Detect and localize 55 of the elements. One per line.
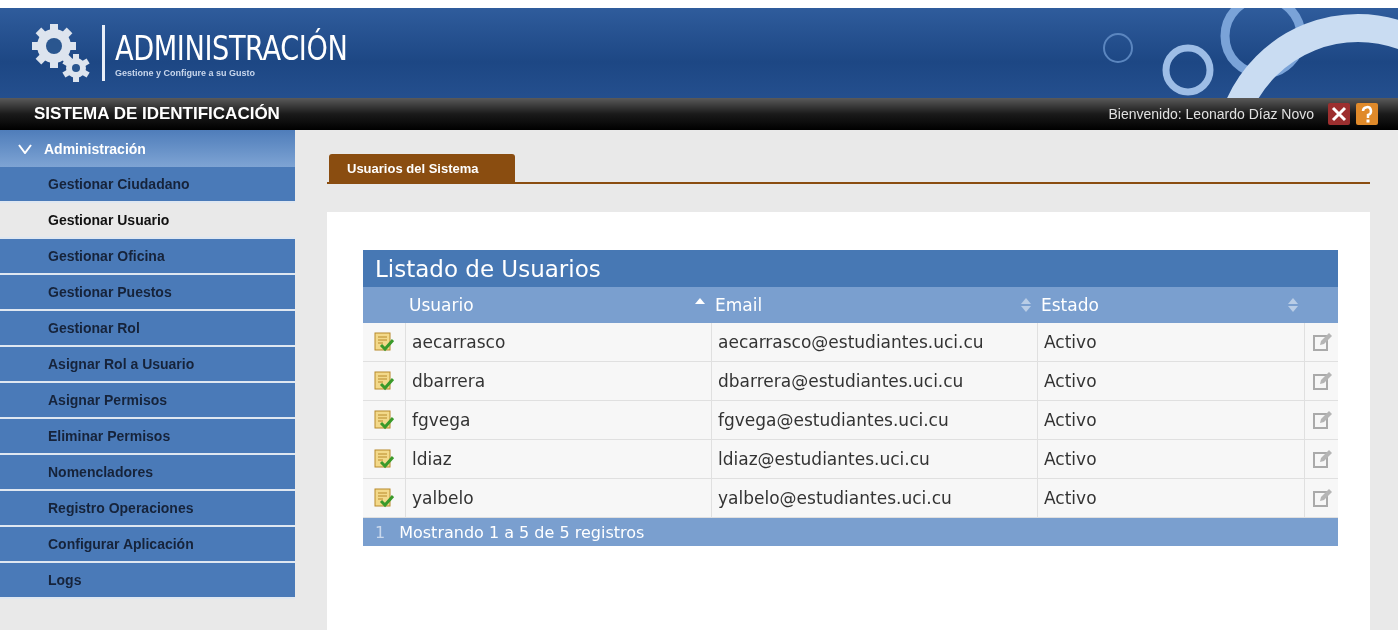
table-cell: fgvega@estudiantes.uci.cu — [718, 410, 949, 430]
column-header[interactable]: Estado — [1041, 295, 1099, 315]
column-header[interactable]: Usuario — [409, 295, 474, 315]
edit-icon[interactable] — [1311, 410, 1332, 430]
sidebar-item[interactable]: Asignar Permisos — [0, 383, 295, 419]
edit-icon[interactable] — [1311, 332, 1332, 352]
help-icon[interactable] — [1356, 103, 1378, 125]
app-title: ADMINISTRACIÓN — [115, 28, 348, 68]
sidebar-item[interactable]: Gestionar Ciudadano — [0, 167, 295, 203]
welcome-text: Bienvenido: Leonardo Díaz Novo — [1108, 106, 1314, 122]
section-label: Administración — [44, 140, 146, 157]
sidebar-item[interactable]: Gestionar Puestos — [0, 275, 295, 311]
records-info: Mostrando 1 a 5 de 5 registros — [399, 522, 645, 542]
table-cell: Activo — [1044, 371, 1097, 391]
table-cell: aecarrasco — [412, 332, 506, 352]
table-cell: yalbelo — [412, 488, 474, 508]
gears-icon — [30, 22, 92, 84]
table-cell: Activo — [1044, 410, 1097, 430]
edit-icon[interactable] — [1311, 371, 1332, 391]
table-cell: yalbelo@estudiantes.uci.cu — [718, 488, 952, 508]
system-name: SISTEMA DE IDENTIFICACIÓN — [34, 104, 281, 124]
checked-note-icon[interactable] — [374, 410, 394, 430]
sidebar-item[interactable]: Registro Operaciones — [0, 491, 295, 527]
edit-icon[interactable] — [1311, 449, 1332, 469]
sidebar-item[interactable]: Eliminar Permisos — [0, 419, 295, 455]
chevron-icon — [18, 143, 32, 154]
checked-note-icon[interactable] — [374, 449, 394, 469]
table-cell: fgvega — [412, 410, 471, 430]
table-cell: aecarrasco@estudiantes.uci.cu — [718, 332, 984, 352]
table-cell: Activo — [1044, 449, 1097, 469]
sidebar-item[interactable]: Configurar Aplicación — [0, 527, 295, 563]
table-cell: Activo — [1044, 488, 1097, 508]
sort-icon[interactable] — [1288, 297, 1298, 313]
column-header[interactable]: Email — [715, 295, 763, 315]
edit-icon[interactable] — [1311, 488, 1332, 508]
sort-icon[interactable] — [1021, 297, 1031, 313]
page-number[interactable]: 1 — [375, 522, 386, 542]
sidebar-item[interactable]: Logs — [0, 563, 295, 599]
table-title: Listado de Usuarios — [363, 250, 1338, 287]
sidebar-item[interactable]: Asignar Rol a Usuario — [0, 347, 295, 383]
menu-section-header[interactable]: Administración — [0, 130, 295, 167]
tab[interactable]: Usuarios del Sistema — [329, 154, 515, 182]
sidebar-item[interactable]: Nomencladores — [0, 455, 295, 491]
table-cell: ldiaz@estudiantes.uci.cu — [718, 449, 930, 469]
table-cell: ldiaz — [412, 449, 452, 469]
sidebar-item[interactable]: Gestionar Oficina — [0, 239, 295, 275]
checked-note-icon[interactable] — [374, 332, 394, 352]
table-cell: Activo — [1044, 332, 1097, 352]
close-icon[interactable] — [1328, 103, 1350, 125]
table-cell: dbarrera@estudiantes.uci.cu — [718, 371, 964, 391]
app-subtitle: Gestione y Configure a su Gusto — [115, 68, 257, 78]
checked-note-icon[interactable] — [374, 488, 394, 508]
checked-note-icon[interactable] — [374, 371, 394, 391]
sidebar-item[interactable]: Gestionar Rol — [0, 311, 295, 347]
table-cell: dbarrera — [412, 371, 486, 391]
